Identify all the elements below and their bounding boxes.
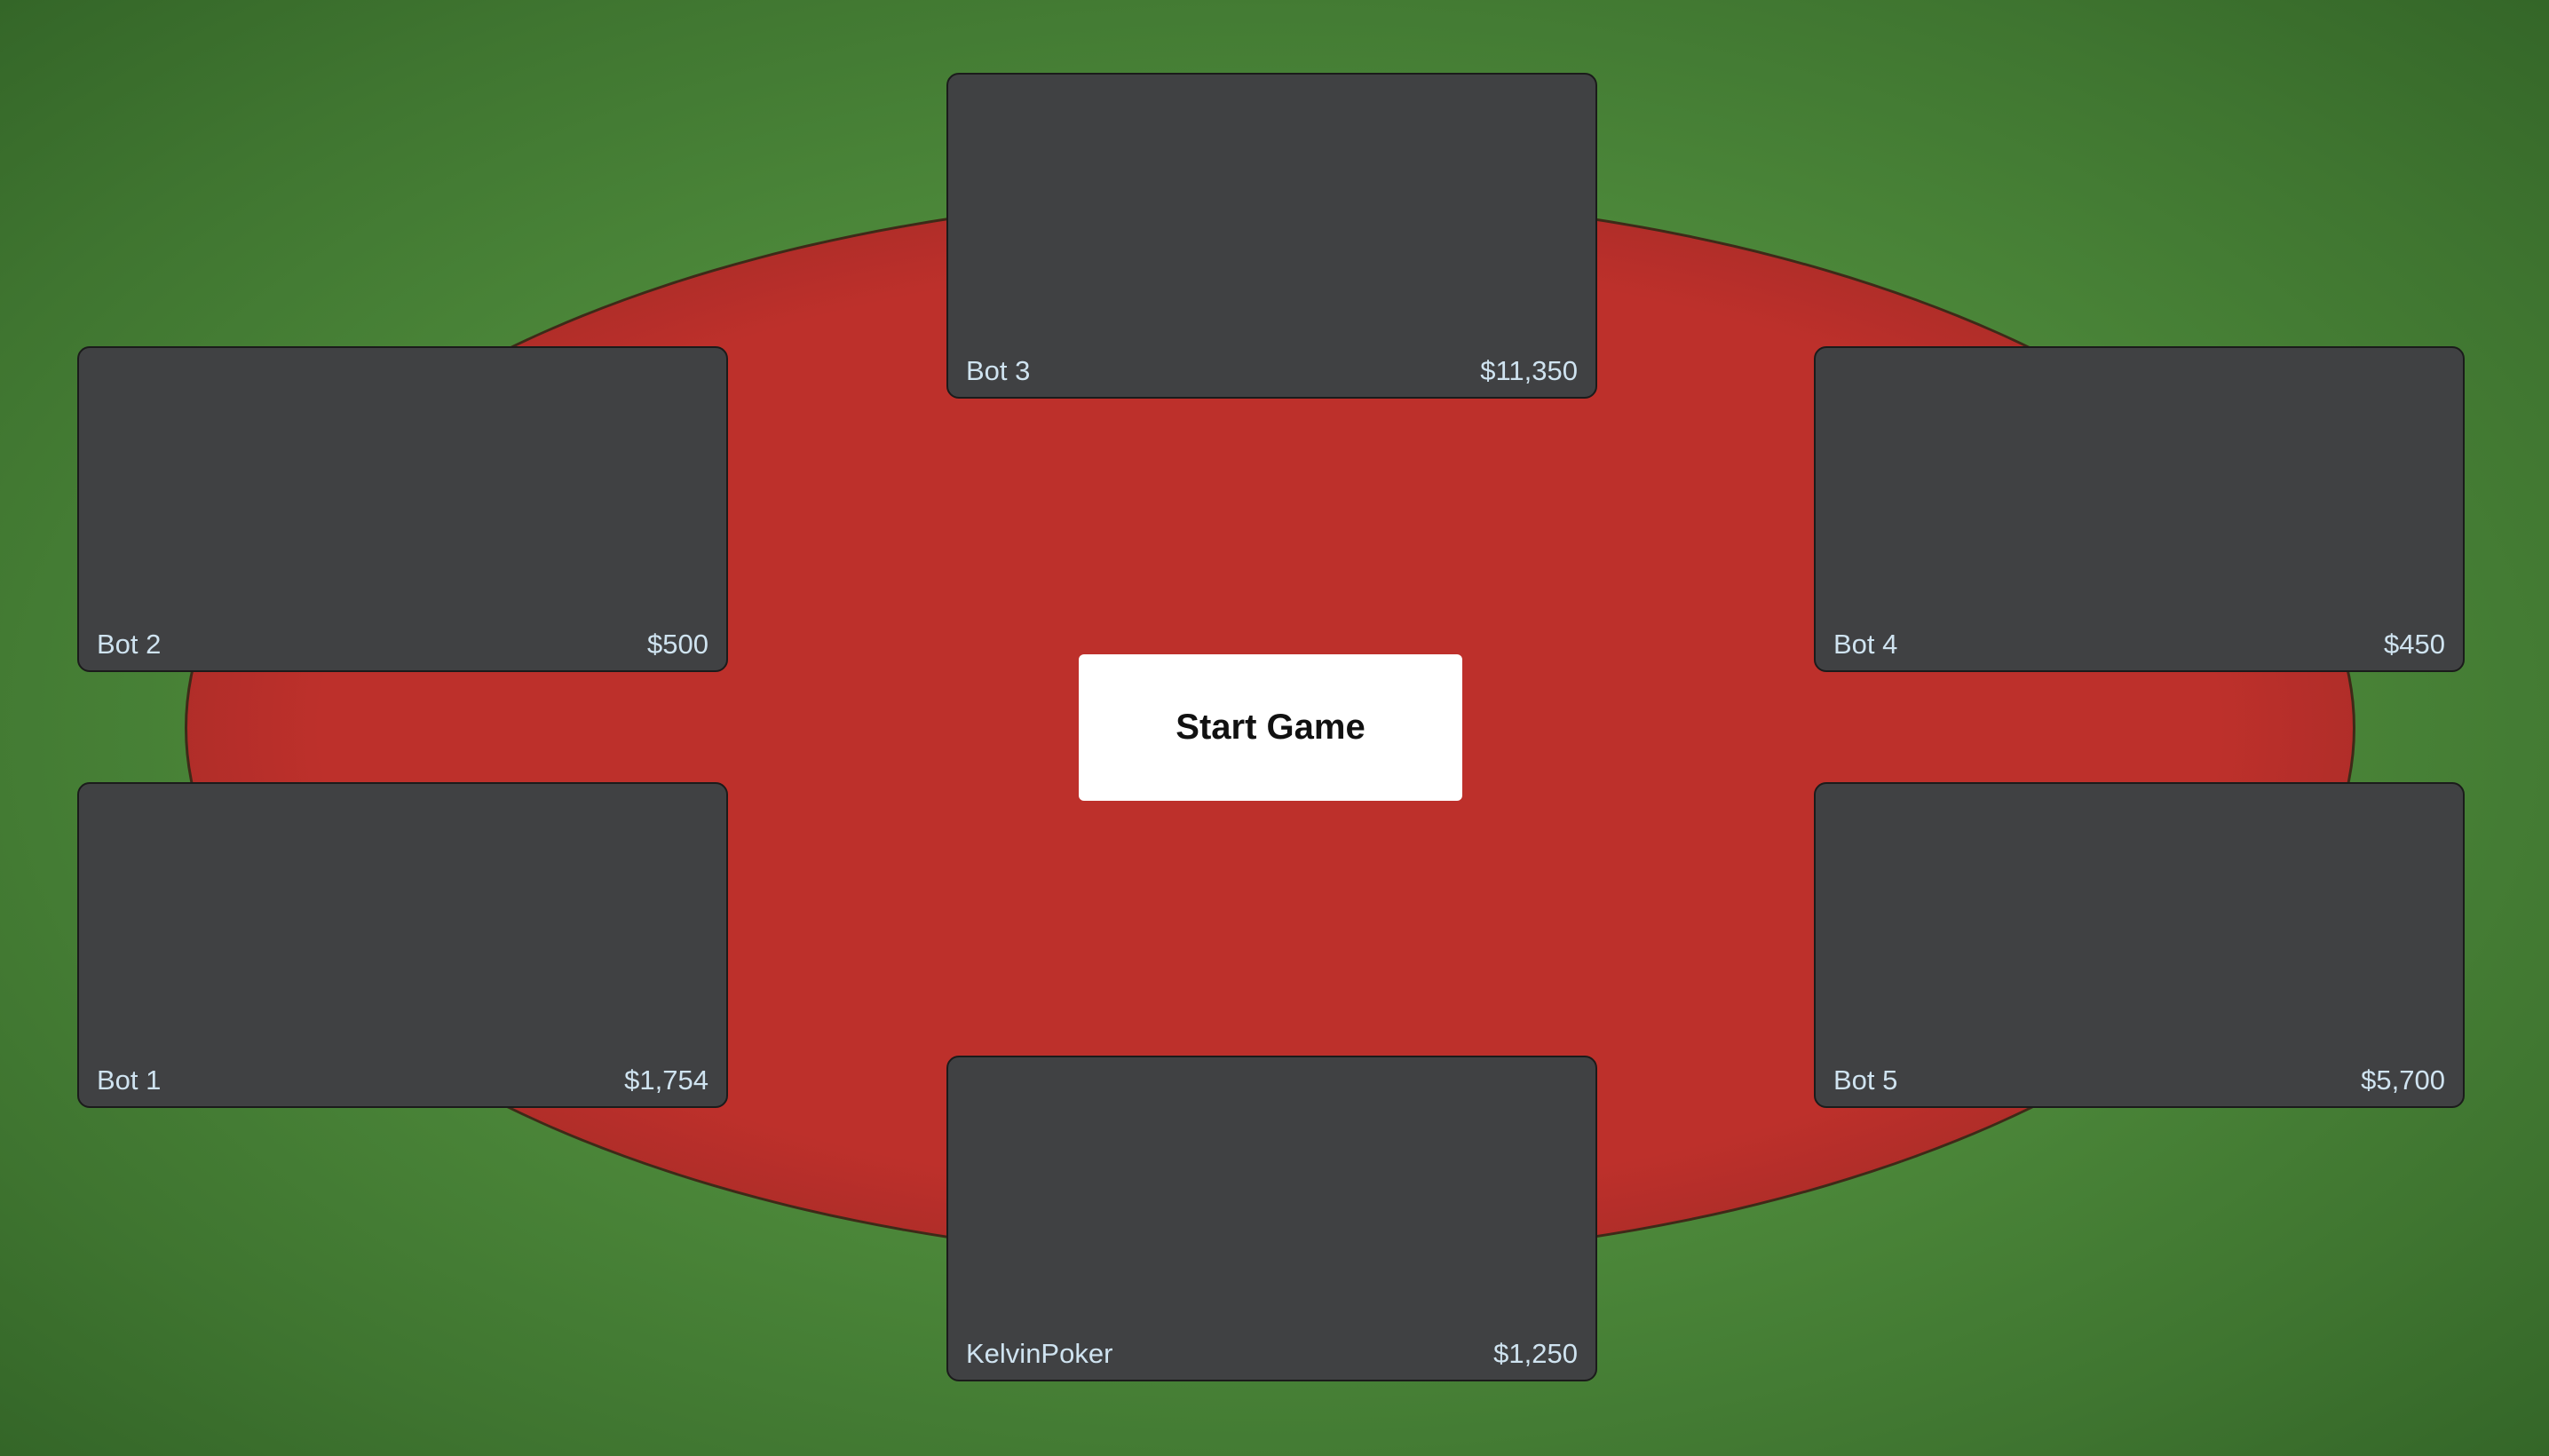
player-name: Bot 5 — [1833, 1064, 1898, 1096]
seat-bot-5: Bot 5 $5,700 — [1814, 782, 2465, 1108]
player-stack: $5,700 — [2361, 1064, 2445, 1096]
player-name: Bot 1 — [97, 1064, 162, 1096]
seat-bot-3: Bot 3 $11,350 — [946, 73, 1597, 399]
player-stack: $11,350 — [1480, 355, 1578, 386]
player-stack: $450 — [2384, 629, 2445, 660]
player-stack: $1,250 — [1493, 1338, 1578, 1369]
player-name: KelvinPoker — [966, 1338, 1113, 1369]
seat-bot-1: Bot 1 $1,754 — [77, 782, 728, 1108]
seat-bot-4: Bot 4 $450 — [1814, 346, 2465, 672]
player-stack: $1,754 — [624, 1064, 708, 1096]
player-name: Bot 4 — [1833, 629, 1898, 660]
seat-bot-2: Bot 2 $500 — [77, 346, 728, 672]
start-game-button[interactable]: Start Game — [1079, 654, 1462, 801]
player-name: Bot 3 — [966, 355, 1031, 386]
player-name: Bot 2 — [97, 629, 162, 660]
seat-kelvinpoker: KelvinPoker $1,250 — [946, 1056, 1597, 1381]
player-stack: $500 — [647, 629, 708, 660]
